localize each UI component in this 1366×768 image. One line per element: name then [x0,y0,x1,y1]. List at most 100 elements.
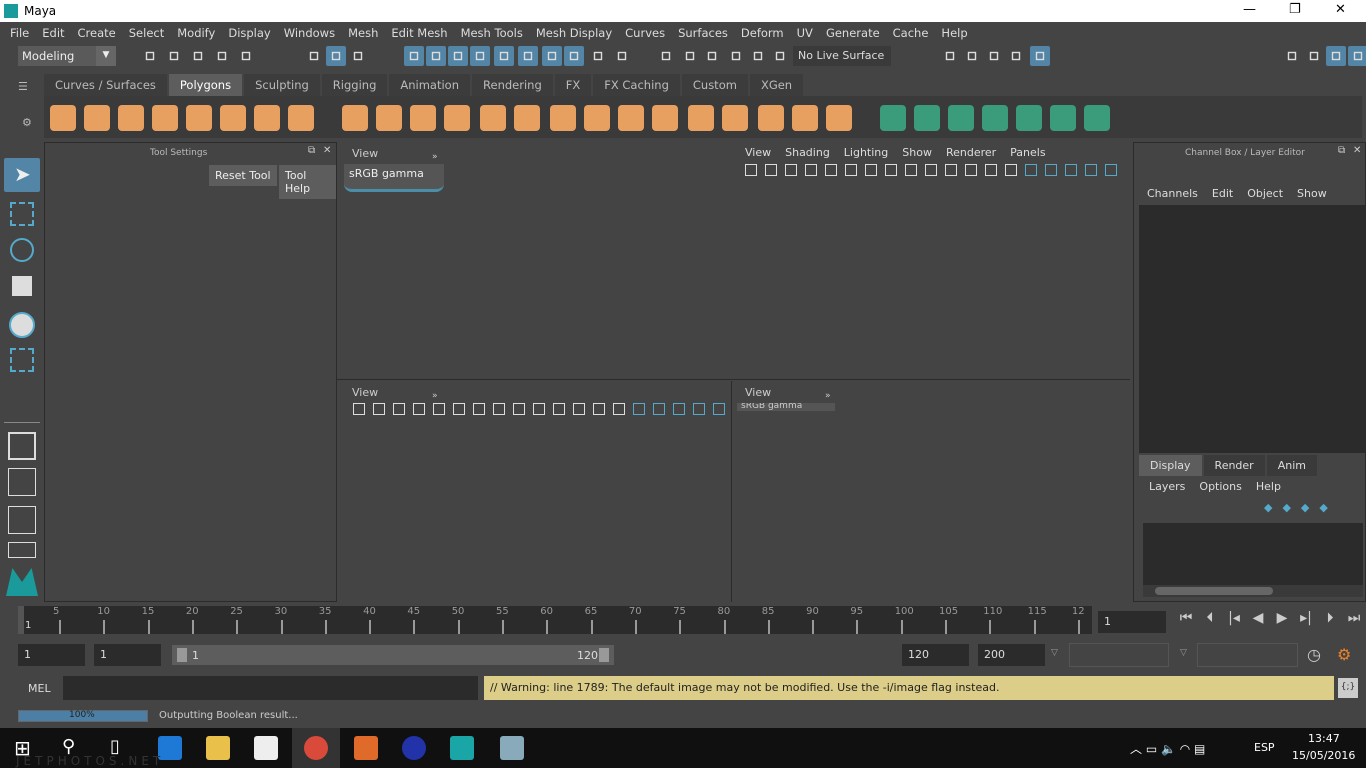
menu-panels[interactable]: Panels [1010,146,1045,159]
menu-show[interactable]: Show [902,146,932,159]
layer-list[interactable] [1143,523,1363,585]
toolbar-button[interactable] [656,46,676,66]
mode-dropdown[interactable]: Modeling ▼ [18,46,116,66]
panel-toolbar-button[interactable] [785,164,797,176]
step-back-key-button[interactable]: |◂ [1222,610,1246,626]
toolbar-button[interactable] [1006,46,1026,66]
panel-toolbar-button[interactable] [373,403,385,415]
shelf-tool-button[interactable] [480,105,506,131]
menu-windows[interactable]: Windows [284,26,335,40]
toolbar-button[interactable] [564,46,584,66]
menu-view[interactable]: View [745,146,771,159]
menu-shading[interactable]: Shading [785,146,830,159]
shelf-tool-button[interactable] [342,105,368,131]
layer-tab-anim[interactable]: Anim [1266,455,1317,476]
shelf-tool-button[interactable] [186,105,212,131]
maximize-button[interactable]: ❐ [1289,2,1301,17]
single-view-layout-button[interactable] [8,432,36,460]
paint-icon[interactable] [500,736,524,760]
toolbar-button[interactable] [164,46,184,66]
minimize-button[interactable]: — [1243,2,1256,17]
toolbar-button[interactable] [680,46,700,66]
go-to-start-button[interactable]: ⏮ [1174,610,1198,626]
shelf-tool-button[interactable] [722,105,748,131]
command-line-input[interactable] [63,676,478,700]
shelf-tool-button[interactable] [220,105,246,131]
panel-toolbar-button[interactable] [905,164,917,176]
rotate-tool-button[interactable] [9,312,35,338]
shelf-tool-button[interactable] [652,105,678,131]
float-icon[interactable]: ⧉ [308,145,315,156]
lasso-tool-button[interactable] [10,202,34,226]
panel-toolbar-button[interactable] [865,164,877,176]
shelf-tab-sculpting[interactable]: Sculpting [244,74,320,96]
chevron-down-icon[interactable]: ▽ [1180,648,1187,658]
menu-cache[interactable]: Cache [893,26,929,40]
toolbar-button[interactable] [1348,46,1366,66]
menu-lighting[interactable]: Lighting [844,146,888,159]
menu-generate[interactable]: Generate [826,26,880,40]
current-time-marker[interactable] [18,606,24,634]
panel-toolbar-button[interactable] [1025,164,1037,176]
shelf-tool-button[interactable] [584,105,610,131]
expand-icon[interactable]: » [432,152,438,162]
shelf-tool-button[interactable] [288,105,314,131]
panel-toolbar-button[interactable] [533,403,545,415]
toolbar-button[interactable] [326,46,346,66]
menu-layers[interactable]: Layers [1149,480,1185,493]
panel-toolbar-button[interactable] [945,164,957,176]
viewport-top[interactable]: View » sRGB gamma View Shading Lighting Sho… [337,142,1130,380]
toolbar-button[interactable] [518,46,538,66]
shelf-menu-icon[interactable]: ☰ [18,80,38,93]
move-tool-button[interactable] [12,276,32,296]
toolbar-button[interactable] [236,46,256,66]
shelf-tool-button[interactable] [50,105,76,131]
range-start-handle[interactable] [177,648,187,662]
range-slider[interactable]: 1 120 [172,645,614,665]
expand-icon[interactable]: » [825,391,831,401]
close-button[interactable]: ✕ [1335,2,1346,17]
menu-options[interactable]: Options [1199,480,1241,493]
scrollbar-thumb[interactable] [1155,587,1273,595]
toolbar-button[interactable] [1304,46,1324,66]
viewport-view-menu[interactable]: View [352,386,378,399]
toolbar-button[interactable] [770,46,790,66]
panel-toolbar-button[interactable] [1045,164,1057,176]
panel-toolbar-button[interactable] [573,403,585,415]
toolbar-button[interactable] [1326,46,1346,66]
toolbar-button[interactable] [426,46,446,66]
toolbar-button[interactable] [188,46,208,66]
shelf-tool-button[interactable] [1050,105,1076,131]
character-set-field[interactable] [1197,643,1298,667]
panel-toolbar-button[interactable] [885,164,897,176]
shelf-tool-button[interactable] [84,105,110,131]
chevron-down-icon[interactable]: ▽ [1051,648,1058,658]
shelf-tool-button[interactable] [152,105,178,131]
toolbar-button[interactable] [348,46,368,66]
toolbar-button[interactable] [542,46,562,66]
viewport-view-menu[interactable]: View [352,147,378,160]
live-surface-field[interactable]: No Live Surface [793,46,891,66]
close-panel-icon[interactable]: ✕ [1353,145,1361,156]
float-icon[interactable]: ⧉ [1338,145,1345,156]
menu-help[interactable]: Help [941,26,967,40]
shelf-tool-button[interactable] [618,105,644,131]
shelf-tab-rendering[interactable]: Rendering [472,74,553,96]
shelf-tool-button[interactable] [758,105,784,131]
shelf-tab-animation[interactable]: Animation [389,74,471,96]
menu-display[interactable]: Display [228,26,270,40]
photo-app-icon[interactable] [354,736,378,760]
toolbar-button[interactable] [940,46,960,66]
toolbar-button[interactable] [140,46,160,66]
menu-file[interactable]: File [10,26,29,40]
menu-edit-mesh[interactable]: Edit Mesh [391,26,447,40]
panel-toolbar-button[interactable] [653,403,665,415]
viewport-view-menu[interactable]: View [745,386,771,399]
layer-buttons-icons[interactable]: ◆◆◆◆ [1264,501,1338,514]
time-slider[interactable]: 1 5 10 15 20 25 30 35 40 45 50 55 60 65 70 75 80 85 90 95 1… [18,606,1092,634]
menu-edit[interactable]: Edit [1212,187,1233,200]
colorspace-dropdown[interactable]: sRGB gamma [344,164,444,192]
shelf-tab-fx[interactable]: FX [554,74,592,96]
panel-toolbar-button[interactable] [1085,164,1097,176]
menu-create[interactable]: Create [78,26,116,40]
